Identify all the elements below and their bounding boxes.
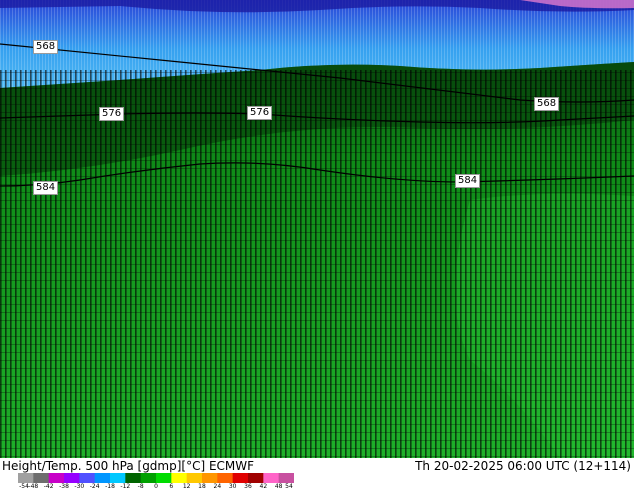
colorbar-segment bbox=[79, 473, 96, 483]
colorbar-tick-label: 12 bbox=[182, 483, 191, 490]
colorbar-segment bbox=[64, 473, 80, 483]
temperature-height-map bbox=[0, 0, 634, 458]
colorbar-tick-label: -42 bbox=[43, 483, 54, 490]
valid-time: Th 20-02-2025 06:00 UTC (12+114) bbox=[415, 459, 631, 473]
colorbar-segment bbox=[248, 473, 264, 483]
colorbar-tick-label: -12 bbox=[120, 483, 131, 490]
colorbar-segment bbox=[278, 473, 294, 483]
colorbar-segment bbox=[263, 473, 280, 483]
colorbar-tick-label: 24 bbox=[213, 483, 222, 490]
colorbar-segment bbox=[18, 473, 34, 483]
contour-label: 576 bbox=[247, 106, 273, 120]
temperature-colorbar bbox=[18, 473, 294, 483]
map-title: Height/Temp. 500 hPa [gdmp][°C] ECMWF bbox=[2, 459, 255, 473]
colorbar-segment bbox=[171, 473, 188, 483]
colorbar-segment bbox=[33, 473, 50, 483]
colorbar-tick-label: 54 bbox=[285, 483, 293, 490]
contour-label: 584 bbox=[33, 181, 59, 195]
colorbar-tick-label: 0 bbox=[154, 483, 158, 490]
colorbar-tick-label: -30 bbox=[74, 483, 85, 490]
colorbar-segment bbox=[232, 473, 249, 483]
colorbar-segment bbox=[186, 473, 203, 483]
colorbar-segment bbox=[94, 473, 111, 483]
colorbar-tick-label: -48 bbox=[28, 483, 39, 490]
colorbar-tick-label: -54 bbox=[19, 483, 29, 490]
colorbar-segment bbox=[125, 473, 142, 483]
colorbar-tick-label: 30 bbox=[228, 483, 237, 490]
contour-label: 584 bbox=[455, 174, 481, 188]
colorbar-segment bbox=[110, 473, 126, 483]
colorbar-segment bbox=[140, 473, 157, 483]
horizontal-barb-pattern bbox=[0, 70, 634, 458]
colorbar-tick-label: -38 bbox=[59, 483, 69, 490]
contour-label: 568 bbox=[33, 40, 59, 54]
colorbar-tick-label: 18 bbox=[198, 483, 206, 490]
colorbar-tick-label: -8 bbox=[137, 483, 144, 490]
colorbar-segment bbox=[156, 473, 172, 483]
colorbar-tick-label: 36 bbox=[244, 483, 252, 490]
colorbar-tick-label: 6 bbox=[169, 483, 174, 490]
contour-label: 576 bbox=[99, 107, 125, 121]
colorbar-tick-label: 42 bbox=[259, 483, 268, 490]
colorbar-segment bbox=[217, 473, 234, 483]
colorbar-segment bbox=[202, 473, 218, 483]
contour-label: 568 bbox=[534, 97, 560, 111]
footer-bar: Height/Temp. 500 hPa [gdmp][°C] ECMWF Th… bbox=[0, 458, 634, 490]
colorbar-segment bbox=[48, 473, 65, 483]
colorbar-tick-label: -24 bbox=[89, 483, 100, 490]
colorbar-tick-label: -18 bbox=[105, 483, 115, 490]
colorbar-tick-label: 48 bbox=[274, 483, 283, 490]
